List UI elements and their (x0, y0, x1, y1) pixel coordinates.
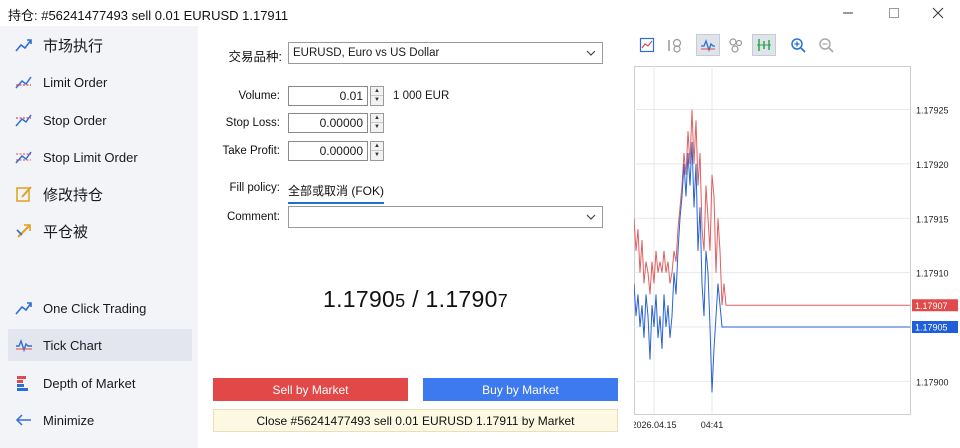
sidebar-item-stop-limit-order[interactable]: Stop Limit Order (8, 141, 192, 173)
market-execution-icon (14, 35, 34, 55)
minimize-arrow-icon (14, 410, 34, 430)
y-tick-label: 1.17900 (916, 377, 949, 387)
title-bar: 持仓: #56241477493 sell 0.01 EURUSD 1.1791… (0, 0, 960, 26)
bid-price-tag: 1.17905 (915, 323, 948, 333)
stoploss-label: Stop Loss: (225, 117, 280, 129)
sidebar-item-close-by[interactable]: 平仓被 (8, 215, 192, 247)
chevron-down-icon (586, 50, 596, 56)
tick-chart[interactable]: 1.17925 1.17920 1.17915 1.17910 1.17905 1.179… (634, 66, 960, 436)
x-tick-label: 04:41 (701, 420, 724, 430)
buy-by-market-button[interactable]: Buy by Market (423, 378, 618, 401)
ask-price: 1.17907 (425, 286, 508, 312)
chart-plot-frame (634, 66, 911, 415)
zoom-in-icon (791, 38, 806, 53)
volume-label: Volume: (238, 90, 280, 102)
fill-policy-label: Fill policy: (229, 182, 280, 194)
comment-input[interactable] (288, 206, 603, 228)
sidebar-item-depth-of-market[interactable]: Depth of Market (8, 367, 192, 399)
tick-chart-icon (14, 335, 34, 355)
bars-mode-button[interactable] (752, 34, 776, 56)
x-tick-label: 2026.04.15 (634, 420, 677, 430)
tick-volume-button[interactable] (724, 34, 748, 56)
symbol-label: 交易品种: (228, 50, 282, 64)
bubbles-icon (729, 38, 743, 53)
sidebar-item-limit-order[interactable]: Limit Order (8, 66, 192, 98)
sell-by-market-button[interactable]: Sell by Market (213, 378, 408, 401)
trades-icon (668, 38, 682, 53)
sidebar: 市场执行 Limit Order Stop Order Stop Limit O… (0, 26, 198, 448)
sidebar-item-one-click-trading[interactable]: One Click Trading (8, 292, 192, 324)
chart-settings-button[interactable] (635, 34, 659, 56)
bars-icon (757, 39, 771, 51)
stoploss-input[interactable]: 0.00000 (288, 113, 368, 133)
comment-label: Comment: (226, 211, 280, 223)
symbol-value: EURUSD, Euro vs US Dollar (293, 47, 440, 59)
one-click-trading-icon (14, 298, 34, 318)
depth-of-market-icon (14, 373, 34, 393)
takeprofit-label: Take Profit: (222, 145, 280, 157)
sidebar-item-modify-position[interactable]: 修改持仓 (8, 178, 192, 210)
fill-policy-select[interactable]: 全部或取消 (FOK) (288, 182, 384, 204)
limit-order-icon (14, 72, 34, 92)
symbol-select[interactable]: EURUSD, Euro vs US Dollar (288, 42, 603, 64)
sidebar-item-stop-order[interactable]: Stop Order (8, 104, 192, 136)
bid-ask-quote: 1.17905 / 1.17907 (213, 286, 618, 313)
volume-unit: 1 000 EUR (393, 90, 450, 102)
y-tick-label: 1.17925 (916, 106, 949, 116)
tick-line-button[interactable] (696, 34, 720, 56)
sidebar-item-market-execution[interactable]: 市场执行 (8, 29, 192, 61)
window-minimize-button[interactable] (828, 2, 868, 24)
sidebar-item-tick-chart[interactable]: Tick Chart (8, 329, 192, 361)
window-close-button[interactable] (918, 2, 958, 24)
zoom-out-icon (819, 38, 834, 53)
ask-price-tag: 1.17907 (915, 301, 948, 311)
tick-line-icon (701, 39, 715, 53)
close-by-icon (14, 221, 34, 241)
volume-stepper[interactable]: ▲ ▼ (370, 86, 384, 106)
stoploss-stepper[interactable]: ▲ ▼ (370, 113, 384, 133)
zoom-out-button[interactable] (814, 34, 838, 56)
window-title: 持仓: #56241477493 sell 0.01 EURUSD 1.1791… (8, 8, 289, 23)
volume-input[interactable]: 0.01 (288, 86, 368, 106)
y-tick-label: 1.17910 (916, 269, 949, 279)
stop-order-icon (14, 110, 34, 130)
takeprofit-stepper[interactable]: ▲ ▼ (370, 141, 384, 161)
modify-position-icon (14, 184, 34, 204)
zoom-in-button[interactable] (786, 34, 810, 56)
chevron-down-icon (586, 214, 596, 220)
quote-separator: / (405, 286, 426, 312)
chart-settings-icon (639, 37, 655, 53)
show-trades-button[interactable] (663, 34, 687, 56)
sidebar-item-minimize[interactable]: Minimize (8, 404, 192, 436)
bid-price: 1.17905 (322, 286, 406, 312)
takeprofit-input[interactable]: 0.00000 (288, 141, 368, 161)
stop-limit-order-icon (14, 147, 34, 167)
y-tick-label: 1.17920 (916, 160, 949, 170)
y-tick-label: 1.17915 (916, 214, 949, 224)
close-by-market-button[interactable]: Close #56241477493 sell 0.01 EURUSD 1.17… (213, 409, 618, 432)
window-maximize-button[interactable] (874, 2, 914, 24)
